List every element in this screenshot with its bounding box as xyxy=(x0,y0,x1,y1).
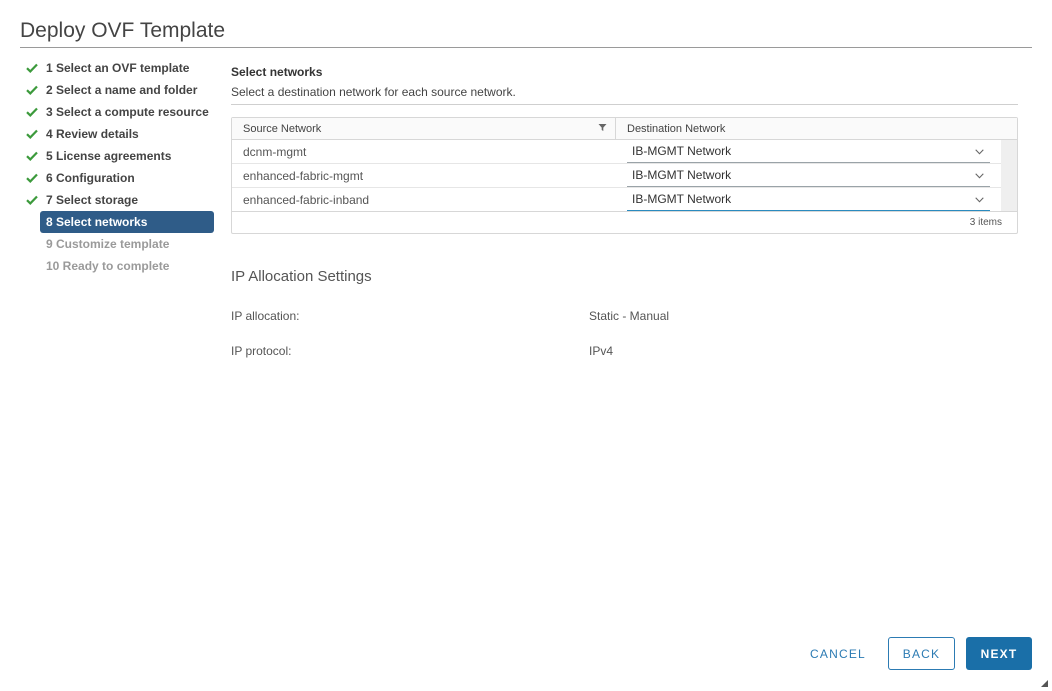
step-2[interactable]: 2 Select a name and folder xyxy=(26,79,216,101)
table-row: dcnm-mgmt IB-MGMT Network xyxy=(232,140,1002,164)
section-description: Select a destination network for each so… xyxy=(231,85,516,99)
ip-allocation-heading: IP Allocation Settings xyxy=(231,268,372,285)
table-row: enhanced-fabric-inband IB-MGMT Network xyxy=(232,188,1002,212)
grid-footer: 3 items xyxy=(232,211,1017,233)
step-5[interactable]: 5 License agreements xyxy=(26,145,216,167)
select-value: IB-MGMT Network xyxy=(632,144,732,158)
dialog-title: Deploy OVF Template xyxy=(20,19,226,42)
destination-network-select[interactable]: IB-MGMT Network xyxy=(627,141,990,163)
step-8[interactable]: 8 Select networks xyxy=(40,211,214,233)
ip-protocol-label: IP protocol: xyxy=(231,344,292,358)
check-icon xyxy=(26,101,40,123)
check-icon xyxy=(26,167,40,189)
main-content: Select networks Select a destination net… xyxy=(231,60,1019,99)
chevron-down-icon xyxy=(975,144,984,158)
step-label: 5 License agreements xyxy=(46,149,172,163)
check-icon xyxy=(26,79,40,101)
source-network-cell: enhanced-fabric-mgmt xyxy=(243,168,364,183)
step-label: 2 Select a name and folder xyxy=(46,83,198,97)
chevron-down-icon xyxy=(975,192,984,206)
select-value: IB-MGMT Network xyxy=(632,168,732,182)
check-icon xyxy=(26,145,40,167)
step-9: 9 Customize template xyxy=(26,233,216,255)
title-divider xyxy=(20,47,1032,48)
ip-allocation-value: Static - Manual xyxy=(589,309,670,323)
network-mapping-grid: Source Network Destination Network dcnm-… xyxy=(231,117,1018,234)
back-button[interactable]: BACK xyxy=(888,637,955,670)
check-icon xyxy=(26,57,40,79)
grid-scrollbar[interactable] xyxy=(1001,140,1017,212)
column-label: Destination Network xyxy=(627,122,726,135)
source-network-cell: dcnm-mgmt xyxy=(243,144,307,159)
step-6[interactable]: 6 Configuration xyxy=(26,167,216,189)
ip-allocation-label: IP allocation: xyxy=(231,309,300,323)
ip-protocol-value: IPv4 xyxy=(589,344,614,358)
source-network-cell: enhanced-fabric-inband xyxy=(243,192,370,207)
step-label: 6 Configuration xyxy=(46,171,135,185)
destination-network-select[interactable]: IB-MGMT Network xyxy=(627,189,990,211)
next-button[interactable]: NEXT xyxy=(966,637,1032,670)
step-10: 10 Ready to complete xyxy=(26,255,216,277)
select-value: IB-MGMT Network xyxy=(632,192,732,206)
column-label: Source Network xyxy=(243,122,322,135)
step-label: 3 Select a compute resource xyxy=(46,105,209,119)
grid-body: dcnm-mgmt IB-MGMT Network enhanced-fabri… xyxy=(232,140,1017,212)
check-icon xyxy=(26,123,40,145)
grid-header: Source Network Destination Network xyxy=(232,118,1017,140)
cancel-button[interactable]: CANCEL xyxy=(800,637,876,670)
column-header-source[interactable]: Source Network xyxy=(232,118,616,139)
table-row: enhanced-fabric-mgmt IB-MGMT Network xyxy=(232,164,1002,188)
resize-grip-icon[interactable] xyxy=(1041,680,1048,687)
step-1[interactable]: 1 Select an OVF template xyxy=(26,57,216,79)
step-label: 7 Select storage xyxy=(46,193,139,207)
destination-network-select[interactable]: IB-MGMT Network xyxy=(627,165,990,187)
step-7[interactable]: 7 Select storage xyxy=(26,189,216,211)
destination-network-cell: IB-MGMT Network xyxy=(616,188,990,211)
check-icon xyxy=(26,189,40,211)
step-label: 9 Customize template xyxy=(46,237,170,251)
section-heading: Select networks xyxy=(231,65,323,79)
destination-network-cell: IB-MGMT Network xyxy=(616,164,990,187)
wizard-steps: 1 Select an OVF template 2 Select a name… xyxy=(26,57,216,277)
step-label: 10 Ready to complete xyxy=(46,259,170,273)
chevron-down-icon xyxy=(975,168,984,182)
step-label: 4 Review details xyxy=(46,127,139,141)
step-3[interactable]: 3 Select a compute resource xyxy=(26,101,216,123)
step-label: 8 Select networks xyxy=(46,215,148,229)
item-count: 3 items xyxy=(969,217,1002,228)
step-4[interactable]: 4 Review details xyxy=(26,123,216,145)
section-divider xyxy=(231,104,1018,105)
destination-network-cell: IB-MGMT Network xyxy=(616,140,990,163)
step-label: 1 Select an OVF template xyxy=(46,61,190,75)
filter-icon[interactable] xyxy=(598,123,607,135)
column-header-destination: Destination Network xyxy=(616,118,1017,139)
